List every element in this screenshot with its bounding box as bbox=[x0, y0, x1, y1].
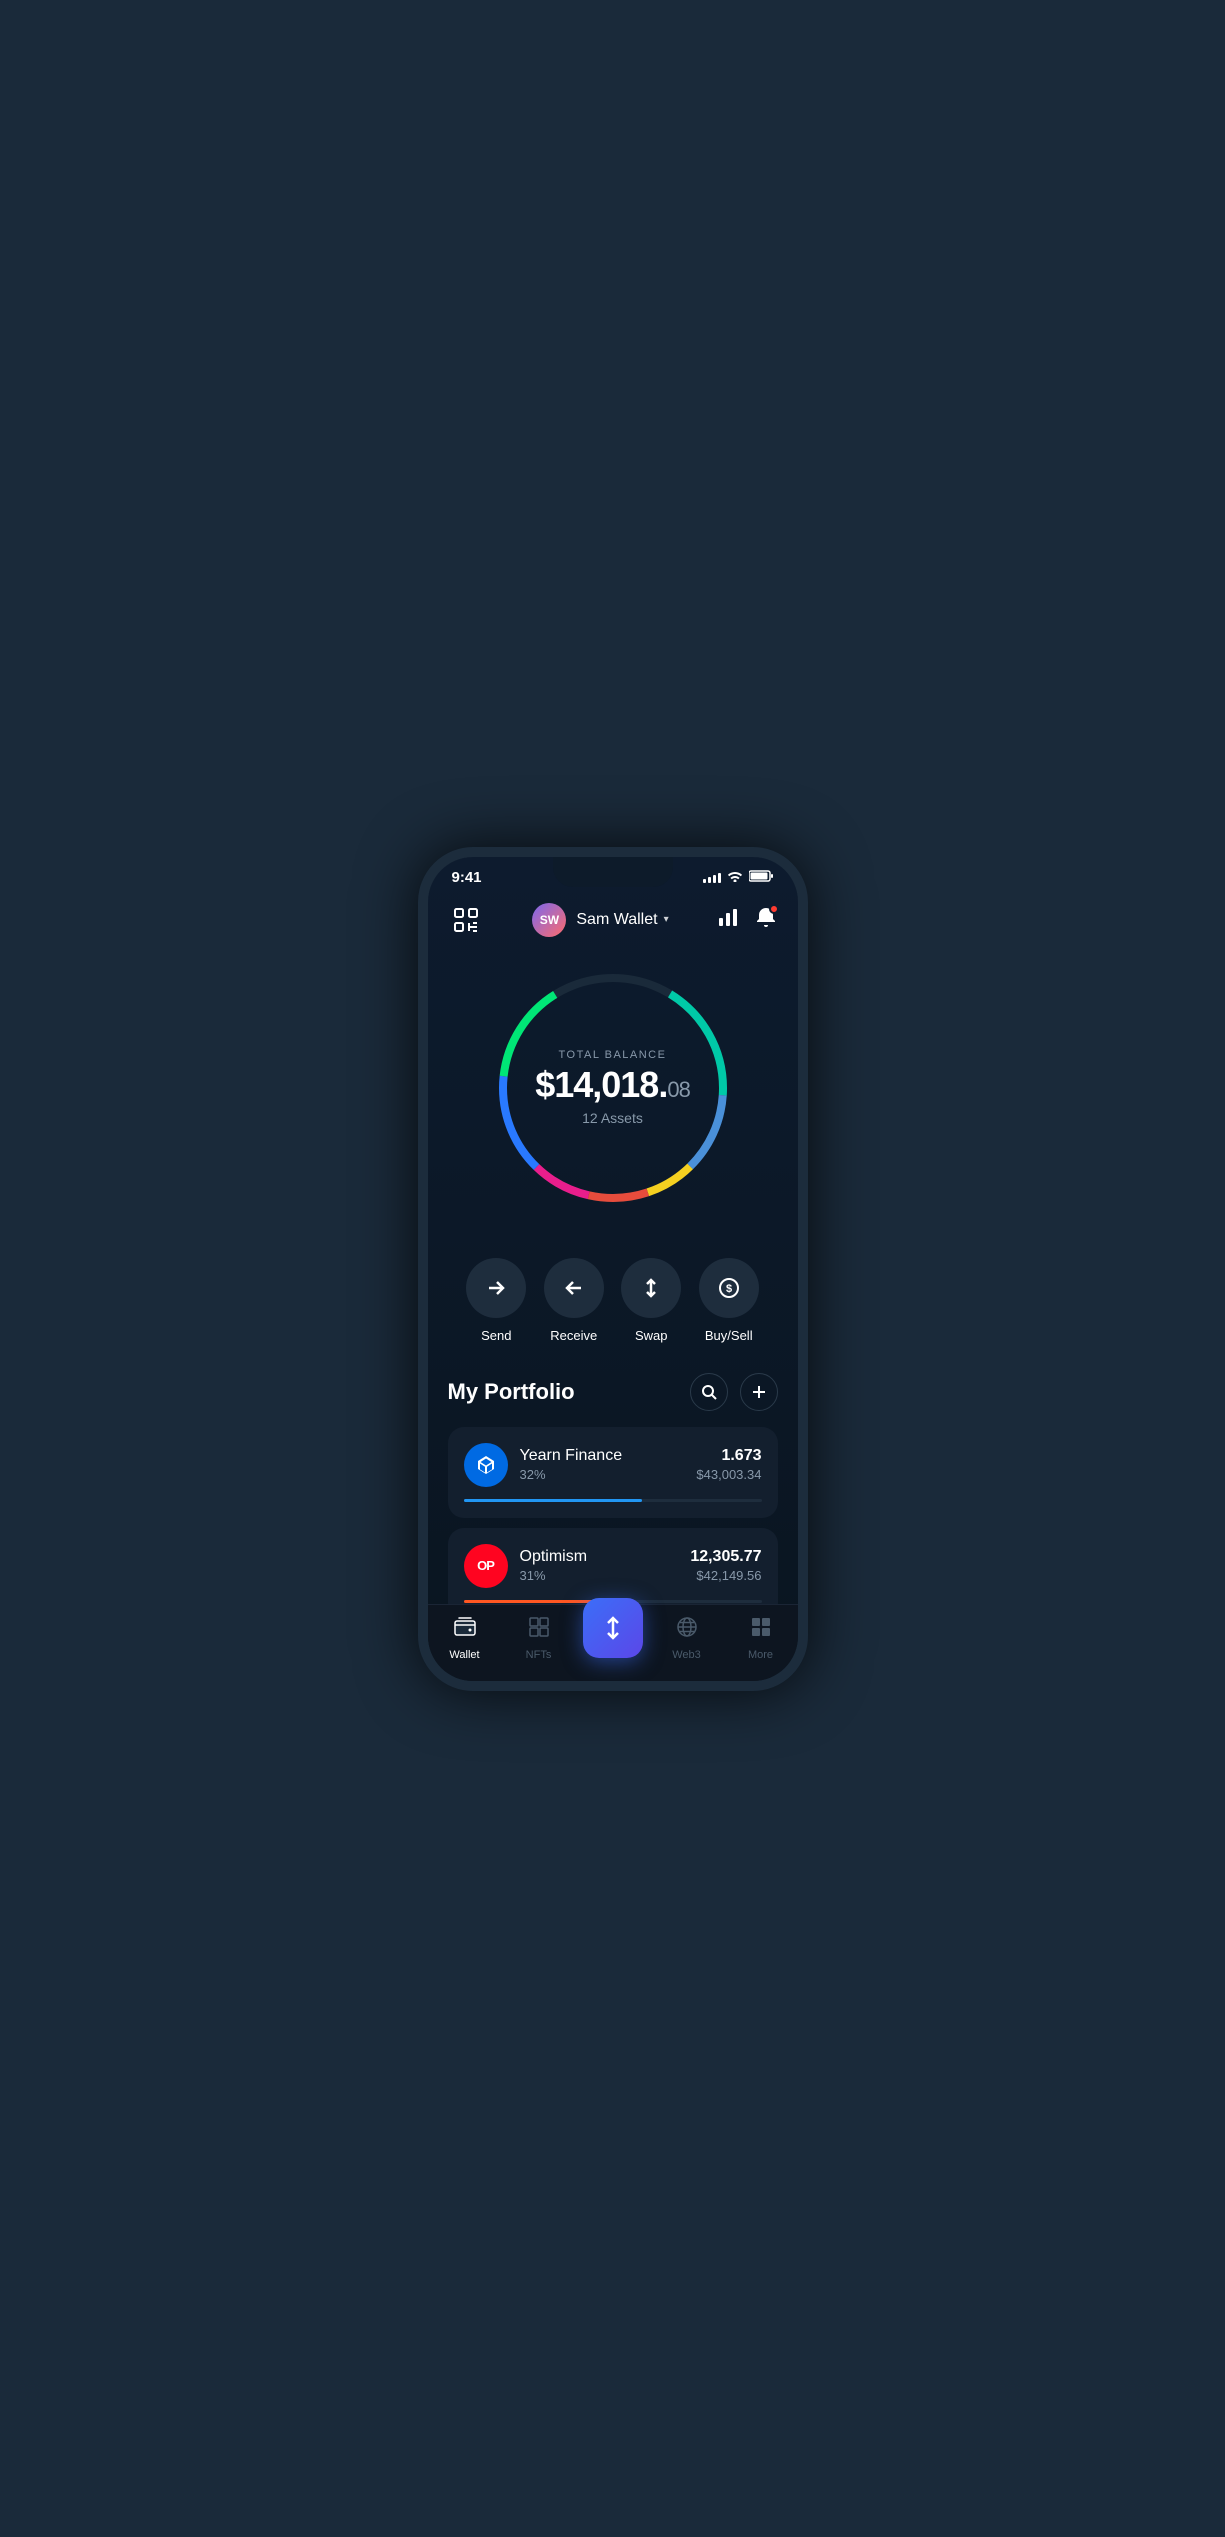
actions-row: Send Receive bbox=[428, 1238, 798, 1373]
portfolio-section: My Portfolio bbox=[428, 1373, 798, 1619]
nfts-icon bbox=[527, 1615, 551, 1645]
svg-text:$: $ bbox=[726, 1283, 732, 1295]
wallet-icon bbox=[453, 1615, 477, 1645]
portfolio-item-yearn[interactable]: Yearn Finance 32% 1.673 $43,003.34 bbox=[448, 1427, 778, 1518]
battery-icon bbox=[749, 870, 774, 885]
scan-button[interactable] bbox=[448, 902, 484, 938]
header: SW Sam Wallet ▾ bbox=[428, 886, 798, 948]
header-actions bbox=[717, 906, 777, 934]
wifi-icon bbox=[727, 870, 743, 885]
swap-icon-circle bbox=[621, 1258, 681, 1318]
bottom-nav: Wallet NFTs bbox=[428, 1604, 798, 1681]
nav-center-button[interactable] bbox=[583, 1598, 643, 1658]
notification-button[interactable] bbox=[755, 906, 777, 934]
chart-button[interactable] bbox=[717, 906, 739, 934]
optimism-value: $42,149.56 bbox=[690, 1568, 761, 1583]
signal-bars-icon bbox=[703, 871, 721, 883]
wallet-nav-label: Wallet bbox=[449, 1649, 479, 1661]
balance-section: TOTAL BALANCE $14,018.08 12 Assets bbox=[428, 948, 798, 1238]
yearn-icon bbox=[464, 1443, 508, 1487]
nav-more[interactable]: More bbox=[731, 1615, 791, 1661]
send-icon-circle bbox=[466, 1258, 526, 1318]
web3-nav-label: Web3 bbox=[672, 1649, 701, 1661]
yearn-value: $43,003.34 bbox=[696, 1467, 761, 1482]
more-icon bbox=[749, 1615, 773, 1645]
portfolio-header: My Portfolio bbox=[448, 1373, 778, 1411]
notification-badge bbox=[769, 904, 779, 914]
receive-icon-circle bbox=[544, 1258, 604, 1318]
ring-content: TOTAL BALANCE $14,018.08 12 Assets bbox=[535, 1049, 690, 1127]
balance-label: TOTAL BALANCE bbox=[535, 1049, 690, 1061]
optimism-percent: 31% bbox=[520, 1568, 588, 1583]
portfolio-header-actions bbox=[690, 1373, 778, 1411]
nav-wallet[interactable]: Wallet bbox=[435, 1615, 495, 1661]
status-time: 9:41 bbox=[452, 869, 482, 886]
balance-amount: $14,018.08 bbox=[535, 1065, 690, 1105]
wallet-selector[interactable]: SW Sam Wallet ▾ bbox=[532, 903, 668, 937]
optimism-name: Optimism bbox=[520, 1548, 588, 1566]
buysell-icon-circle: $ bbox=[699, 1258, 759, 1318]
send-action[interactable]: Send bbox=[466, 1258, 526, 1343]
status-icons bbox=[703, 870, 774, 885]
send-label: Send bbox=[481, 1328, 511, 1343]
optimism-icon: OP bbox=[464, 1544, 508, 1588]
wallet-name-label: Sam Wallet ▾ bbox=[576, 911, 668, 929]
web3-icon bbox=[675, 1615, 699, 1645]
receive-action[interactable]: Receive bbox=[544, 1258, 604, 1343]
buysell-label: Buy/Sell bbox=[705, 1328, 753, 1343]
balance-assets: 12 Assets bbox=[535, 1110, 690, 1126]
yearn-percent: 32% bbox=[520, 1467, 623, 1482]
portfolio-search-button[interactable] bbox=[690, 1373, 728, 1411]
yearn-bar-container bbox=[464, 1499, 762, 1502]
yearn-name: Yearn Finance bbox=[520, 1447, 623, 1465]
nfts-nav-label: NFTs bbox=[526, 1649, 552, 1661]
avatar: SW bbox=[532, 903, 566, 937]
more-nav-label: More bbox=[748, 1649, 773, 1661]
nav-nfts[interactable]: NFTs bbox=[509, 1615, 569, 1661]
yearn-bar bbox=[464, 1499, 643, 1502]
optimism-amount: 12,305.77 bbox=[690, 1548, 761, 1566]
yearn-amount: 1.673 bbox=[696, 1447, 761, 1465]
balance-ring: TOTAL BALANCE $14,018.08 12 Assets bbox=[483, 958, 743, 1218]
portfolio-title: My Portfolio bbox=[448, 1379, 575, 1405]
chevron-down-icon: ▾ bbox=[664, 914, 669, 925]
nav-web3[interactable]: Web3 bbox=[657, 1615, 717, 1661]
receive-label: Receive bbox=[550, 1328, 597, 1343]
portfolio-add-button[interactable] bbox=[740, 1373, 778, 1411]
swap-action[interactable]: Swap bbox=[621, 1258, 681, 1343]
buysell-action[interactable]: $ Buy/Sell bbox=[699, 1258, 759, 1343]
swap-label: Swap bbox=[635, 1328, 668, 1343]
